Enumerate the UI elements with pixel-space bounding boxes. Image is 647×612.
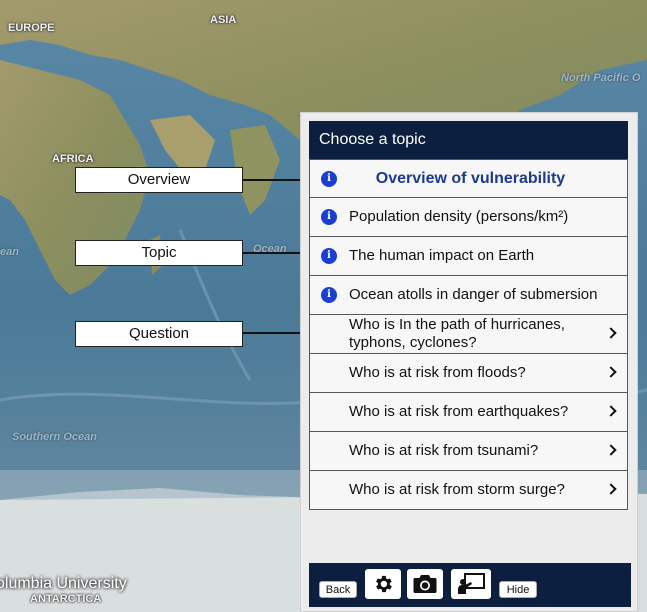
- panel-title: Choose a topic: [309, 121, 628, 159]
- info-icon[interactable]: i: [321, 170, 337, 187]
- map-label-africa: AFRICA: [52, 153, 94, 165]
- topic-overview-vulnerability[interactable]: i Overview of vulnerability: [309, 159, 628, 198]
- question-tsunami[interactable]: Who is at risk from tsunami?: [309, 432, 628, 471]
- chevron-right-icon: [605, 483, 617, 495]
- callout-topic-arrow: [243, 252, 301, 254]
- map-credit: olumbia University: [0, 575, 127, 592]
- chevron-right-icon: [605, 444, 617, 456]
- presenter-icon: [458, 573, 485, 594]
- present-button[interactable]: [451, 569, 491, 599]
- screenshot-button[interactable]: [407, 569, 443, 599]
- map-label-antarctica: ANTARCTICA: [30, 593, 102, 605]
- panel-toolbar: Back Hide: [309, 563, 631, 607]
- gear-icon: [376, 575, 392, 593]
- chevron-right-icon: [605, 405, 617, 417]
- topic-human-impact[interactable]: i The human impact on Earth: [309, 237, 628, 276]
- info-icon[interactable]: i: [321, 248, 337, 264]
- map-label-north-pacific: North Pacific O: [561, 72, 641, 84]
- info-icon[interactable]: i: [321, 209, 337, 225]
- map-label-asia: ASIA: [210, 14, 237, 26]
- back-button[interactable]: Back: [319, 581, 357, 598]
- callout-topic: Topic: [75, 240, 243, 266]
- question-earthquakes[interactable]: Who is at risk from earthquakes?: [309, 393, 628, 432]
- topic-label: Ocean atolls in danger of submersion: [349, 286, 598, 303]
- question-label: Who is at risk from floods?: [349, 364, 526, 381]
- topic-label: Population density (persons/km²): [349, 208, 569, 225]
- callout-overview: Overview: [75, 167, 243, 193]
- topic-population-density[interactable]: i Population density (persons/km²): [309, 198, 628, 237]
- question-label: Who is In the path of hurricanes, typhon…: [349, 316, 565, 351]
- map-label-europe: EUROPE: [8, 22, 55, 34]
- topic-label: The human impact on Earth: [349, 247, 535, 264]
- topic-label: Overview of vulnerability: [375, 169, 566, 187]
- callout-question-arrow: [243, 332, 301, 334]
- question-hurricanes[interactable]: Who is In the path of hurricanes, typhon…: [309, 315, 628, 354]
- chevron-right-icon: [605, 366, 617, 378]
- callout-question: Question: [75, 321, 243, 347]
- settings-button[interactable]: [365, 569, 401, 599]
- map-label-southern-ocean: Southern Ocean: [12, 431, 97, 443]
- map-label-atlantic-fragment: ean: [0, 246, 19, 258]
- topic-list: i Overview of vulnerability i Population…: [309, 159, 628, 510]
- hide-button[interactable]: Hide: [499, 581, 537, 598]
- camera-icon: [413, 575, 437, 593]
- chevron-right-icon: [605, 327, 617, 339]
- topic-ocean-atolls[interactable]: i Ocean atolls in danger of submersion: [309, 276, 628, 315]
- callout-overview-arrow: [243, 179, 301, 181]
- question-label: Who is at risk from storm surge?: [349, 481, 565, 498]
- question-label: Who is at risk from tsunami?: [349, 442, 539, 459]
- info-icon[interactable]: i: [321, 287, 337, 303]
- question-label: Who is at risk from earthquakes?: [349, 403, 569, 420]
- question-storm-surge[interactable]: Who is at risk from storm surge?: [309, 471, 628, 510]
- question-floods[interactable]: Who is at risk from floods?: [309, 354, 628, 393]
- topic-panel: Choose a topic i Overview of vulnerabili…: [300, 112, 638, 612]
